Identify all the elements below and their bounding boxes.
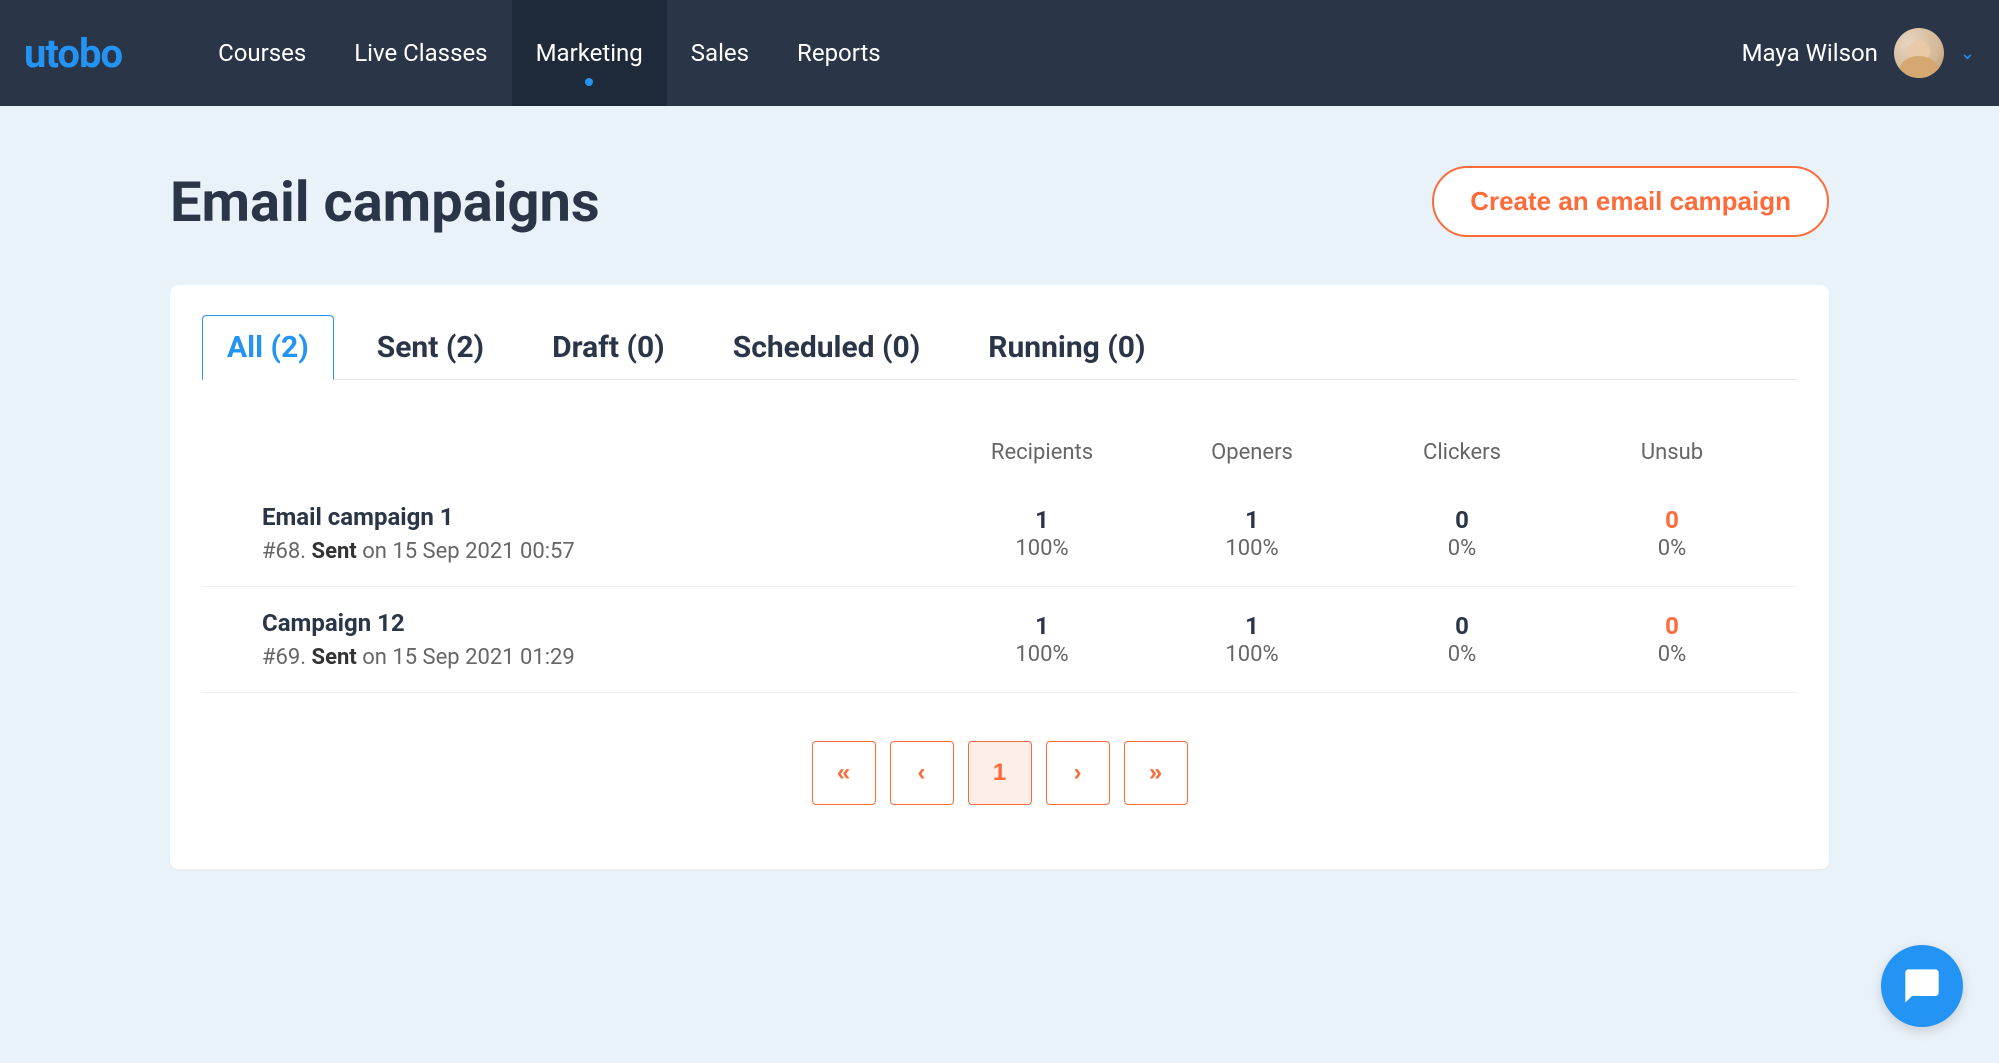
campaign-meta: #68. Sent on 15 Sep 2021 00:57: [262, 539, 937, 564]
cell-unsub: 00%: [1567, 612, 1777, 667]
table-row[interactable]: Email campaign 1 #68. Sent on 15 Sep 2021…: [202, 481, 1797, 587]
tab-draft[interactable]: Draft (0): [527, 315, 690, 380]
cell-value: 1: [1147, 506, 1357, 534]
cell-value: 1: [937, 612, 1147, 640]
nav-item-sales[interactable]: Sales: [667, 0, 773, 106]
pagination: « ‹ 1 › »: [202, 741, 1797, 805]
chat-widget-button[interactable]: [1881, 945, 1963, 1027]
campaign-name-cell: Campaign 12 #69. Sent on 15 Sep 2021 01:2…: [262, 609, 937, 670]
cell-percent: 100%: [1147, 536, 1357, 561]
cell-recipients: 1100%: [937, 612, 1147, 667]
cell-value: 0: [1567, 506, 1777, 534]
user-name: Maya Wilson: [1742, 39, 1878, 67]
cell-percent: 100%: [937, 536, 1147, 561]
tab-running[interactable]: Running (0): [963, 315, 1170, 380]
campaign-title: Email campaign 1: [262, 503, 937, 531]
cell-clickers: 00%: [1357, 506, 1567, 561]
page-title: Email campaigns: [170, 169, 600, 235]
cell-value: 1: [937, 506, 1147, 534]
chevron-down-icon: ⌄: [1960, 43, 1975, 64]
create-campaign-button[interactable]: Create an email campaign: [1432, 166, 1829, 237]
page-last-button[interactable]: »: [1124, 741, 1188, 805]
col-clickers: Clickers: [1357, 440, 1567, 465]
chat-icon: [1902, 966, 1942, 1006]
cell-value: 0: [1357, 506, 1567, 534]
page-prev-button[interactable]: ‹: [890, 741, 954, 805]
cell-percent: 0%: [1567, 642, 1777, 667]
campaign-meta: #69. Sent on 15 Sep 2021 01:29: [262, 645, 937, 670]
cell-recipients: 1100%: [937, 506, 1147, 561]
table-row[interactable]: Campaign 12 #69. Sent on 15 Sep 2021 01:2…: [202, 587, 1797, 693]
page-header: Email campaigns Create an email campaign: [170, 166, 1829, 237]
main-nav: CoursesLive ClassesMarketingSalesReports: [194, 0, 905, 106]
cell-percent: 0%: [1567, 536, 1777, 561]
page-number-button[interactable]: 1: [968, 741, 1032, 805]
brand-logo[interactable]: utobo: [24, 30, 122, 77]
page-first-button[interactable]: «: [812, 741, 876, 805]
nav-item-courses[interactable]: Courses: [194, 0, 330, 106]
campaign-name-cell: Email campaign 1 #68. Sent on 15 Sep 2021…: [262, 503, 937, 564]
cell-percent: 100%: [1147, 642, 1357, 667]
cell-value: 0: [1567, 612, 1777, 640]
top-navbar: utobo CoursesLive ClassesMarketingSalesR…: [0, 0, 1999, 106]
tab-scheduled[interactable]: Scheduled (0): [708, 315, 946, 380]
col-recipients: Recipients: [937, 440, 1147, 465]
avatar: [1894, 28, 1944, 78]
cell-percent: 0%: [1357, 536, 1567, 561]
col-openers: Openers: [1147, 440, 1357, 465]
cell-openers: 1100%: [1147, 506, 1357, 561]
cell-percent: 0%: [1357, 642, 1567, 667]
tab-sent[interactable]: Sent (2): [352, 315, 509, 380]
campaigns-table: Recipients Openers Clickers Unsub Email …: [202, 420, 1797, 693]
tab-bar: All (2) Sent (2) Draft (0) Scheduled (0) Run…: [202, 315, 1797, 380]
nav-item-marketing[interactable]: Marketing: [512, 0, 667, 106]
user-menu[interactable]: Maya Wilson ⌄: [1742, 28, 1975, 78]
nav-item-live-classes[interactable]: Live Classes: [330, 0, 511, 106]
cell-clickers: 00%: [1357, 612, 1567, 667]
cell-openers: 1100%: [1147, 612, 1357, 667]
table-header-row: Recipients Openers Clickers Unsub: [202, 420, 1797, 481]
cell-value: 1: [1147, 612, 1357, 640]
cell-value: 0: [1357, 612, 1567, 640]
cell-unsub: 00%: [1567, 506, 1777, 561]
tab-all[interactable]: All (2): [202, 315, 334, 380]
nav-item-reports[interactable]: Reports: [773, 0, 905, 106]
table-body: Email campaign 1 #68. Sent on 15 Sep 2021…: [202, 481, 1797, 693]
campaigns-card: All (2) Sent (2) Draft (0) Scheduled (0) Run…: [170, 285, 1829, 869]
campaign-title: Campaign 12: [262, 609, 937, 637]
col-unsub: Unsub: [1567, 440, 1777, 465]
cell-percent: 100%: [937, 642, 1147, 667]
page-next-button[interactable]: ›: [1046, 741, 1110, 805]
